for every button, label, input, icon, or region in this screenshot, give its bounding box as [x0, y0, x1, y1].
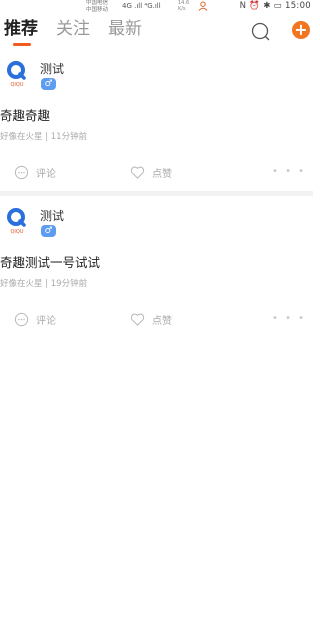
post-card[interactable]: QIQU 测试 ♂ 奇趣奇趣 好像在火星 | 11分钟前 评论 点赞 • • • — [0, 50, 313, 190]
divider — [0, 191, 313, 196]
comment-icon — [14, 165, 29, 179]
post-meta: 好像在火星 | 19分钟前 — [0, 279, 88, 289]
male-icon: ♂ — [41, 225, 56, 237]
heart-icon — [130, 313, 145, 326]
avatar-text: QIQU — [10, 229, 23, 235]
tab-following[interactable]: 关注 — [56, 18, 90, 40]
tab-recommend[interactable]: 推荐 — [4, 18, 38, 40]
post-actions: 评论 点赞 • • • — [0, 309, 313, 331]
signal-icon: 4G .ıll ⁴G.ıll — [122, 2, 161, 10]
comment-button[interactable]: 评论 — [14, 309, 56, 329]
avatar-text: QIQU — [10, 82, 23, 88]
carrier-bottom: 中国移动 — [86, 7, 109, 13]
comment-label: 评论 — [36, 315, 56, 327]
status-time: 15:00 — [285, 1, 311, 11]
search-icon[interactable] — [250, 21, 272, 43]
post-actions: 评论 点赞 • • • — [0, 162, 313, 184]
user-icon — [198, 1, 208, 11]
comment-icon — [14, 312, 29, 326]
like-label: 点赞 — [152, 168, 172, 180]
more-icon[interactable]: • • • — [272, 309, 306, 329]
post-meta: 好像在火星 | 11分钟前 — [0, 132, 88, 142]
network-speed: 14.6 K/s — [178, 0, 189, 12]
like-label: 点赞 — [152, 315, 172, 327]
plus-icon[interactable]: + — [292, 21, 310, 39]
carrier-labels: 中国电信 中国移动 — [86, 0, 108, 14]
post-author[interactable]: 测试 — [40, 207, 64, 224]
male-icon: ♂ — [41, 78, 56, 90]
like-button[interactable]: 点赞 — [130, 309, 172, 329]
post-title[interactable]: 奇趣测试一号试试 — [0, 252, 100, 271]
status-right: N ⏰ ✱ ▭ 15:00 — [240, 1, 311, 11]
post-card[interactable]: QIQU 测试 ♂ 奇趣测试一号试试 好像在火星 | 19分钟前 评论 点赞 •… — [0, 197, 313, 337]
heart-icon — [130, 166, 145, 179]
comment-label: 评论 — [36, 168, 56, 180]
more-icon[interactable]: • • • — [272, 162, 306, 182]
top-tab-bar: 推荐 关注 最新 + — [0, 14, 313, 46]
carrier-top: 中国电信 — [86, 0, 109, 6]
post-author[interactable]: 测试 — [40, 60, 64, 77]
status-bar: 中国电信 中国移动 4G .ıll ⁴G.ıll 14.6 K/s N ⏰ ✱ … — [0, 0, 313, 14]
like-button[interactable]: 点赞 — [130, 162, 172, 182]
avatar[interactable]: QIQU — [4, 207, 30, 235]
network-speed-unit: K/s — [178, 6, 186, 12]
comment-button[interactable]: 评论 — [14, 162, 56, 182]
post-title[interactable]: 奇趣奇趣 — [0, 105, 50, 124]
tab-latest[interactable]: 最新 — [108, 18, 142, 40]
system-icons: N ⏰ ✱ ▭ — [239, 1, 282, 11]
avatar[interactable]: QIQU — [4, 60, 30, 88]
active-tab-indicator — [13, 43, 31, 46]
